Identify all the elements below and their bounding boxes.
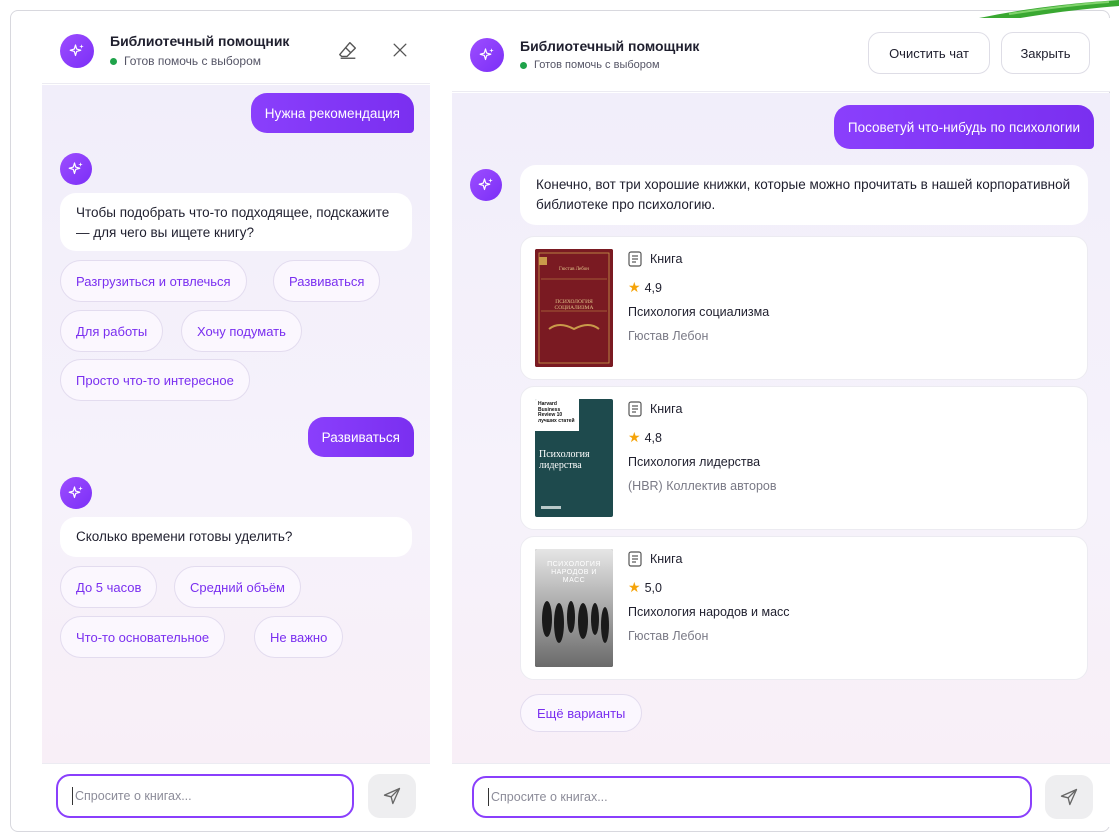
sparkle-icon	[68, 162, 83, 175]
close-icon	[393, 43, 407, 57]
assistant-message: Сколько времени готовы уделить?	[60, 517, 412, 557]
book-type-label: Книга	[650, 252, 683, 266]
quick-reply-chip[interactable]: Что-то основательное	[60, 616, 226, 658]
user-message: Нужна рекомендация	[250, 93, 414, 133]
user-message: Развиваться	[307, 417, 414, 457]
quick-reply-chip[interactable]: Развиваться	[273, 260, 381, 302]
input-placeholder: Спросите о книгах...	[491, 790, 608, 804]
assistant-avatar	[470, 169, 502, 201]
cover-title-text: Психология лидерства	[539, 449, 590, 471]
assistant-avatar	[60, 153, 92, 185]
sparkle-icon	[478, 178, 493, 191]
status-text: Готов помочь с выбором	[534, 59, 660, 71]
book-document-icon	[628, 251, 642, 267]
book-type-label: Книга	[650, 552, 683, 566]
book-author: (HBR) Коллектив авторов	[628, 479, 777, 493]
rating-value: 5,0	[644, 580, 662, 595]
chat-messages: Посоветуй что-нибудь по психологии Конеч…	[452, 93, 1110, 763]
message-input[interactable]: Спросите о книгах...	[472, 776, 1032, 818]
sparkle-icon	[68, 486, 83, 499]
chat-panel-compact: Библиотечный помощник Готов помочь с выб…	[42, 18, 430, 827]
input-placeholder: Спросите о книгах...	[75, 789, 192, 803]
chat-panel-expanded: Библиотечный помощник Готов помочь с выб…	[452, 18, 1110, 827]
book-rating: ★ 5,0	[628, 579, 662, 596]
sparkle-icon	[479, 48, 494, 61]
assistant-avatar	[60, 477, 92, 509]
star-icon: ★	[628, 579, 641, 595]
quick-reply-chip[interactable]: Для работы	[60, 310, 164, 352]
quick-reply-chip[interactable]: Просто что-то интересное	[60, 359, 250, 401]
book-type: Книга	[628, 551, 682, 567]
book-document-icon	[628, 551, 642, 567]
chat-title: Библиотечный помощник	[520, 38, 700, 54]
assistant-avatar	[60, 34, 94, 68]
quick-reply-chip[interactable]: До 5 часов	[60, 566, 158, 608]
book-title: Психология социализма	[628, 305, 770, 319]
assistant-message: Чтобы подобрать что-то подходящее, подск…	[60, 193, 412, 251]
user-message: Посоветуй что-нибудь по психологии	[833, 105, 1094, 149]
book-cover: Harvard Business Review 10 лучших статей…	[535, 399, 613, 517]
quick-reply-chip[interactable]: Хочу подумать	[181, 310, 302, 352]
quick-reply-chip[interactable]: Не важно	[254, 616, 344, 658]
status-indicator: Готов помочь с выбором	[520, 59, 660, 71]
book-title: Психология лидерства	[628, 455, 761, 469]
chat-input-bar: Спросите о книгах...	[42, 763, 430, 827]
status-indicator: Готов помочь с выбором	[110, 54, 261, 68]
book-rating: ★ 4,9	[628, 279, 662, 296]
assistant-avatar	[470, 38, 504, 72]
rating-value: 4,9	[644, 280, 662, 295]
book-cover: Гюстав Лебон ПСИХОЛОГИЯ СОЦИАЛИЗМА	[535, 249, 613, 367]
clear-chat-eraser-button[interactable]	[336, 38, 360, 62]
send-button[interactable]	[368, 774, 416, 818]
cover-publisher-mark	[541, 506, 561, 509]
rating-value: 4,8	[644, 430, 662, 445]
book-type-label: Книга	[650, 402, 683, 416]
close-button[interactable]	[388, 38, 412, 62]
book-cover: ПСИХОЛОГИЯ НАРОДОВ И МАСС	[535, 549, 613, 667]
send-button[interactable]	[1045, 775, 1093, 819]
message-input[interactable]: Спросите о книгах...	[56, 774, 354, 818]
book-title: Психология народов и масс	[628, 605, 790, 619]
quick-reply-chip[interactable]: Средний объём	[174, 566, 301, 608]
clear-chat-button[interactable]: Очистить чат	[868, 32, 990, 74]
chat-messages: Нужна рекомендация Чтобы подобрать что-т…	[42, 85, 430, 763]
online-dot-icon	[520, 61, 527, 69]
text-caret	[488, 788, 489, 806]
star-icon: ★	[628, 279, 641, 295]
text-caret	[72, 787, 73, 805]
close-button[interactable]: Закрыть	[1001, 32, 1090, 74]
chat-input-bar: Спросите о книгах...	[452, 763, 1110, 827]
online-dot-icon	[110, 57, 117, 65]
assistant-message: Конечно, вот три хорошие книжки, которые…	[520, 165, 1088, 225]
more-options-button[interactable]: Ещё варианты	[520, 694, 643, 732]
send-icon	[383, 787, 401, 805]
book-card[interactable]: Гюстав Лебон ПСИХОЛОГИЯ СОЦИАЛИЗМА Книга…	[520, 236, 1088, 380]
book-document-icon	[628, 401, 642, 417]
book-type: Книга	[628, 401, 682, 417]
chat-header: Библиотечный помощник Готов помочь с выб…	[42, 18, 430, 84]
status-text: Готов помочь с выбором	[124, 54, 261, 68]
cover-brand-text: Harvard Business Review 10 лучших статей	[538, 401, 575, 424]
eraser-icon	[339, 41, 357, 59]
book-rating: ★ 4,8	[628, 429, 662, 446]
cover-title-text: ПСИХОЛОГИЯ СОЦИАЛИЗМА	[554, 299, 594, 311]
book-card[interactable]: ПСИХОЛОГИЯ НАРОДОВ И МАСС Книга ★ 5,0 Пс…	[520, 536, 1088, 680]
book-author: Гюстав Лебон	[628, 329, 709, 343]
chat-header: Библиотечный помощник Готов помочь с выб…	[452, 18, 1110, 92]
book-card[interactable]: Harvard Business Review 10 лучших статей…	[520, 386, 1088, 530]
book-type: Книга	[628, 251, 682, 267]
cover-title-text: ПСИХОЛОГИЯ НАРОДОВ И МАСС	[547, 561, 601, 584]
quick-reply-chip[interactable]: Разгрузиться и отвлечься	[60, 260, 247, 302]
cover-author-text: Гюстав Лебон	[559, 267, 589, 272]
send-icon	[1060, 788, 1078, 806]
star-icon: ★	[628, 429, 641, 445]
sparkle-icon	[69, 44, 84, 57]
book-author: Гюстав Лебон	[628, 629, 709, 643]
chat-title: Библиотечный помощник	[110, 33, 290, 49]
